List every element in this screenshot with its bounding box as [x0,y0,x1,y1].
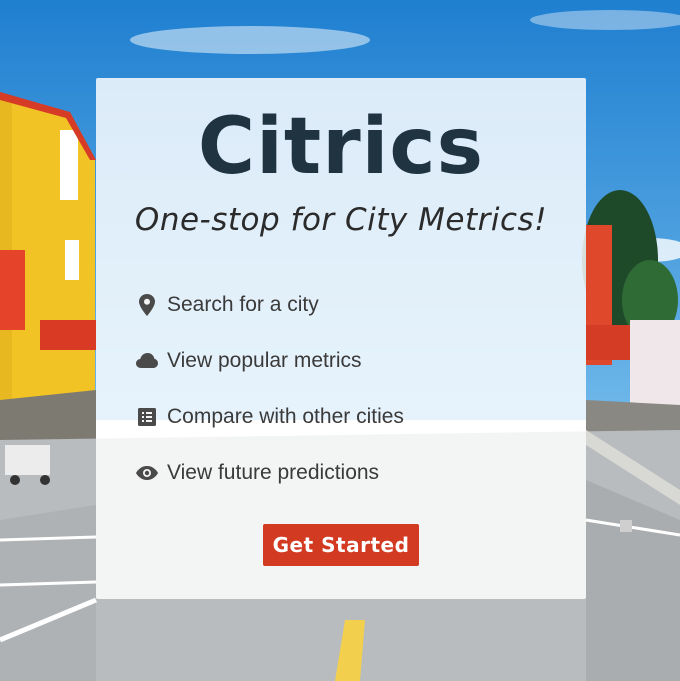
map-marker-icon [136,294,158,316]
feature-label: Compare with other cities [167,405,404,428]
hero-card: Citrics One-stop for City Metrics! Searc… [96,78,586,599]
cloud-icon [136,350,158,372]
get-started-button[interactable]: Get Started [263,524,419,566]
feature-item-metrics: View popular metrics [136,346,556,376]
list-icon [136,406,158,428]
feature-item-predictions: View future predictions [136,458,556,488]
feature-item-search: Search for a city [136,290,556,320]
app-title: Citrics [197,102,485,192]
feature-item-compare: Compare with other cities [136,402,556,432]
feature-label: Search for a city [167,293,319,316]
eye-icon [136,462,158,484]
app-tagline: One-stop for City Metrics! [134,202,548,238]
feature-label: View popular metrics [167,349,362,372]
feature-label: View future predictions [167,461,380,484]
